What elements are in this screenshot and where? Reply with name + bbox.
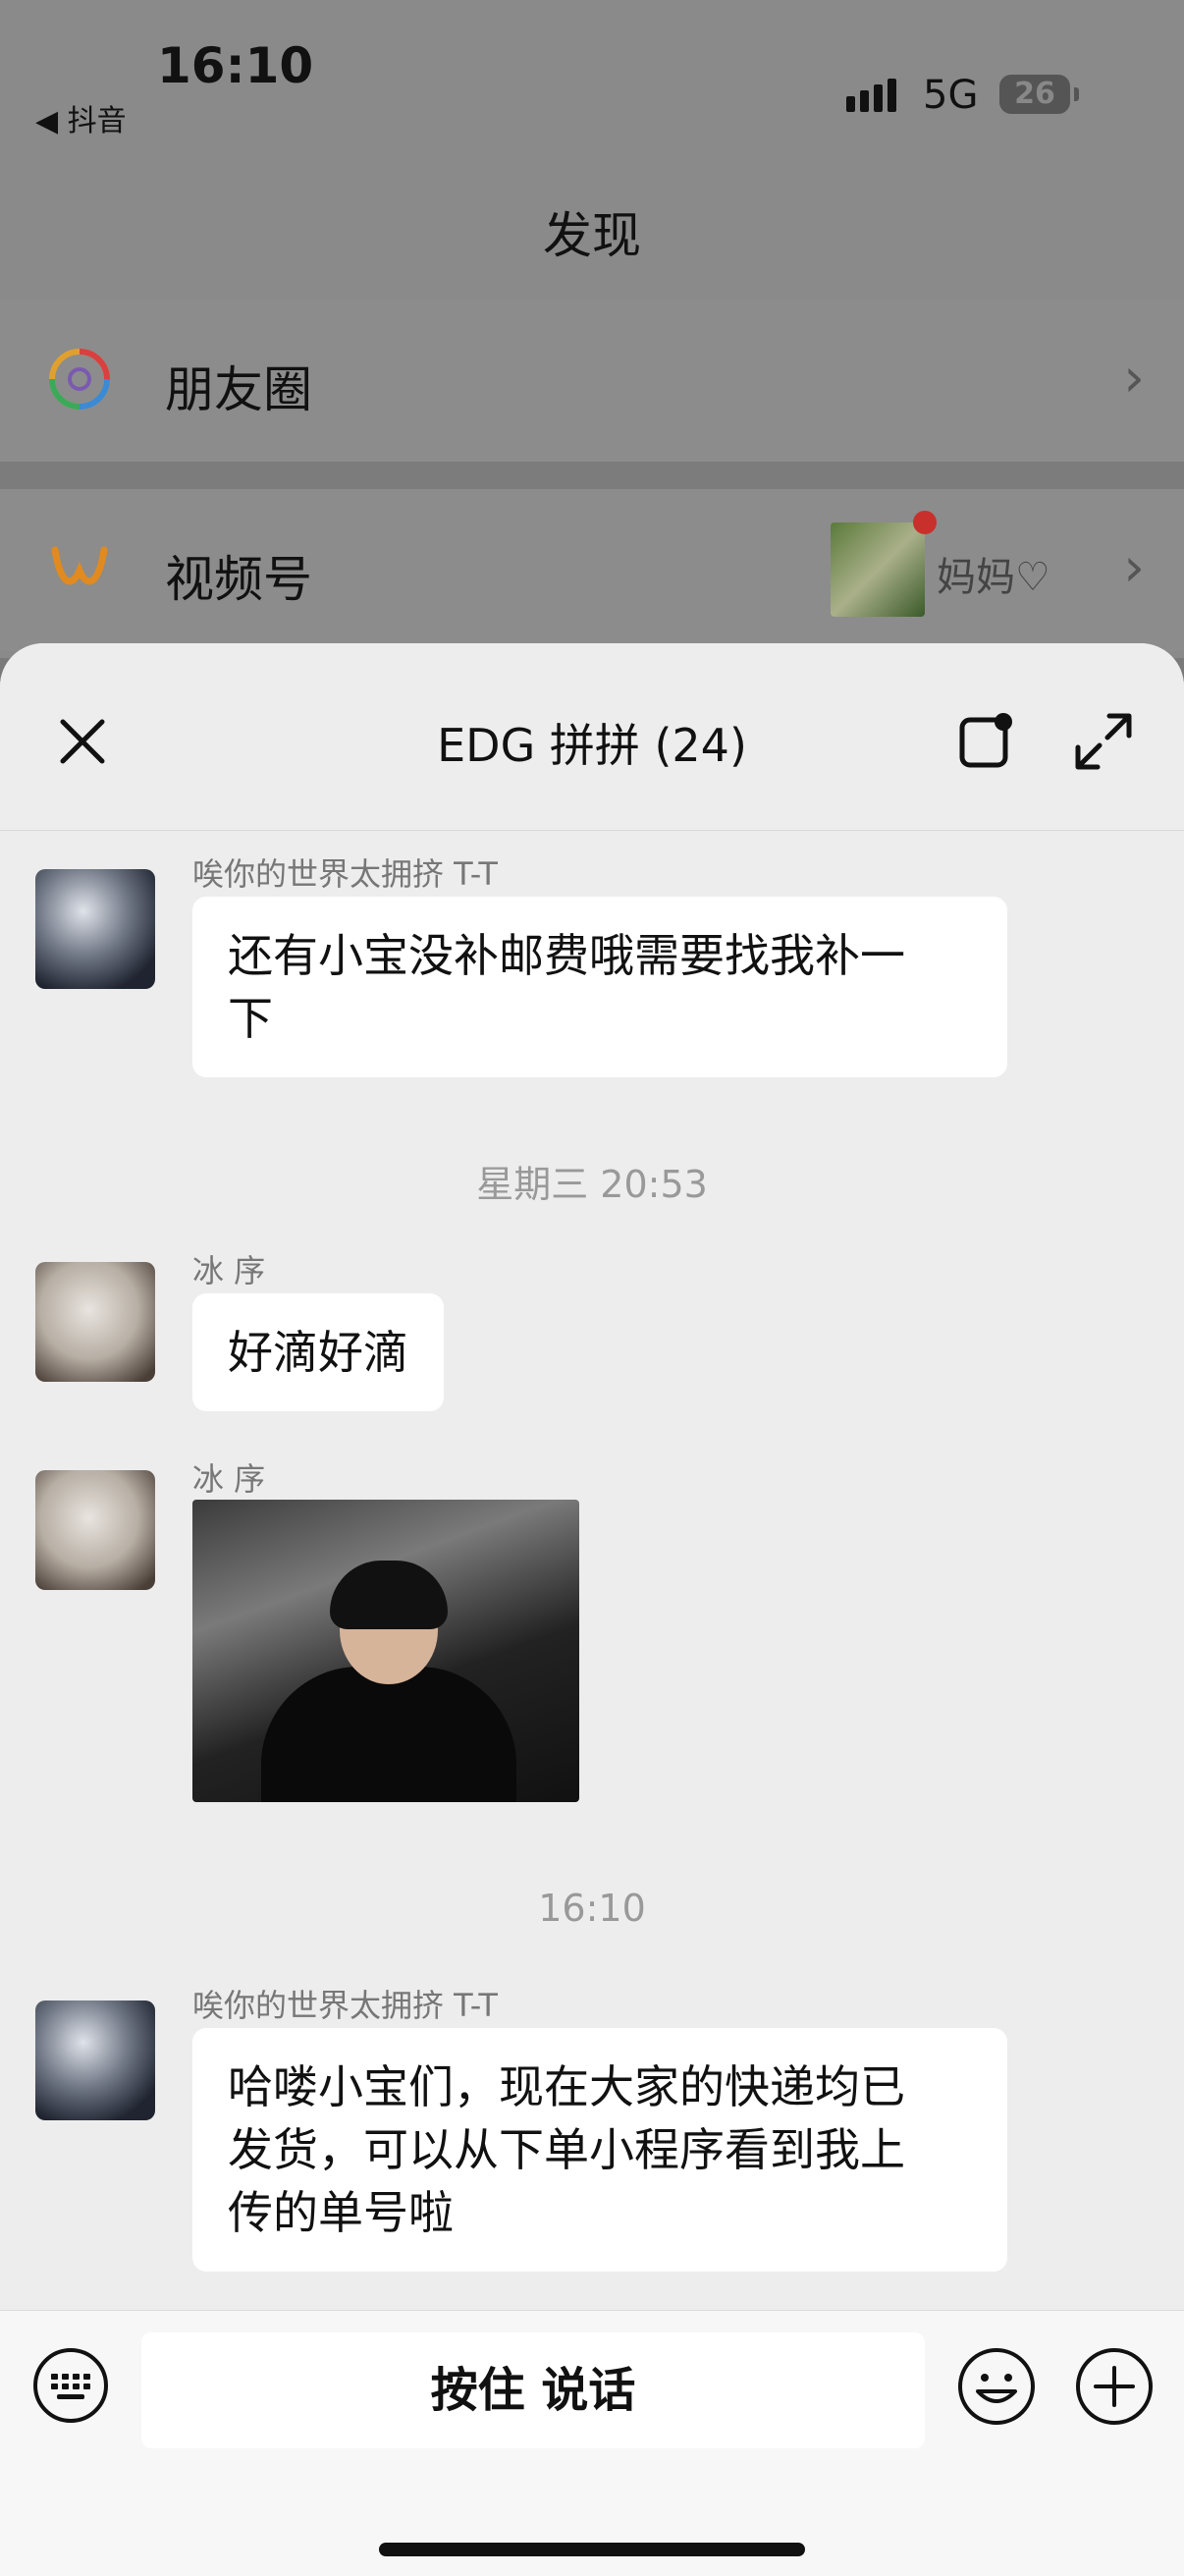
- channels-icon: [51, 546, 108, 585]
- back-to-app-link[interactable]: ◀ 抖音: [35, 96, 127, 139]
- battery-tip: [1074, 87, 1079, 101]
- chevron-right-icon: ›: [1123, 536, 1145, 598]
- message-line: 下: [228, 992, 273, 1045]
- discover-title: 发现: [543, 207, 641, 264]
- avatar[interactable]: [35, 869, 155, 989]
- avatar[interactable]: [35, 1262, 155, 1382]
- network-type: 5G: [923, 73, 979, 118]
- discover-item-label: 朋友圈: [165, 361, 312, 418]
- message-line: 还有小宝没补邮费哦需要找我补一: [228, 929, 905, 982]
- photo-subject-body: [261, 1667, 516, 1802]
- notification-dot: [913, 511, 937, 534]
- discover-item-moments[interactable]: 朋友圈 ›: [0, 300, 1184, 462]
- sender-name: 唉你的世界太拥挤 T-T: [192, 855, 498, 893]
- liked-by-name: 妈妈: [937, 555, 1015, 600]
- discover-item-label: 视频号: [165, 551, 312, 608]
- message-line: 传的单号啦: [228, 2186, 454, 2239]
- message-line: 发货，可以从下单小程序看到我上: [228, 2123, 905, 2176]
- avatar[interactable]: [35, 1470, 155, 1590]
- message-bubble[interactable]: 哈喽小宝们，现在大家的快递均已 发货，可以从下单小程序看到我上 传的单号啦: [192, 2028, 1007, 2272]
- home-indicator[interactable]: [379, 2543, 805, 2556]
- moments-aperture-icon: [49, 349, 110, 410]
- status-bar: 16:10 ◀ 抖音 5G 26: [0, 0, 1184, 157]
- chat-sheet: EDG 拼拼 (24) 唉你的世界太拥挤 T-T 还有小宝没补邮费哦需要找我补一…: [0, 643, 1184, 2575]
- battery-icon: 26: [999, 75, 1070, 114]
- channels-thumbnail: [831, 522, 925, 617]
- heart-icon: ♡: [1015, 555, 1050, 600]
- chat-input-bar: 按住 说话: [0, 2310, 1184, 2576]
- signal-icon: [846, 79, 901, 112]
- sender-name: 冰 序: [192, 1252, 266, 1289]
- message-line: 好滴好滴: [228, 1326, 408, 1379]
- expand-icon[interactable]: [1070, 708, 1137, 775]
- timestamp: 16:10: [538, 1887, 646, 1930]
- timestamp: 星期三 20:53: [476, 1163, 708, 1206]
- chat-header: EDG 拼拼 (24): [0, 643, 1184, 831]
- message-bubble[interactable]: 还有小宝没补邮费哦需要找我补一 下: [192, 897, 1007, 1077]
- status-time: 16:10: [157, 37, 314, 94]
- avatar[interactable]: [35, 2001, 155, 2120]
- plus-icon[interactable]: [1074, 2346, 1155, 2427]
- sender-name: 冰 序: [192, 1460, 266, 1498]
- keyboard-icon[interactable]: [31, 2346, 110, 2425]
- message-bubble[interactable]: 好滴好滴: [192, 1293, 444, 1411]
- hold-to-talk-button[interactable]: 按住 说话: [141, 2332, 925, 2448]
- emoji-icon[interactable]: [956, 2346, 1037, 2427]
- float-window-icon[interactable]: [956, 712, 1015, 771]
- channels-liked-by: 妈妈♡: [937, 545, 1050, 602]
- image-message[interactable]: [192, 1500, 579, 1802]
- photo-subject-hair: [330, 1561, 448, 1629]
- divider: [0, 462, 1184, 489]
- message-line: 哈喽小宝们，现在大家的快递均已: [228, 2060, 905, 2113]
- sender-name: 唉你的世界太拥挤 T-T: [192, 1987, 498, 2024]
- chevron-right-icon: ›: [1123, 347, 1145, 409]
